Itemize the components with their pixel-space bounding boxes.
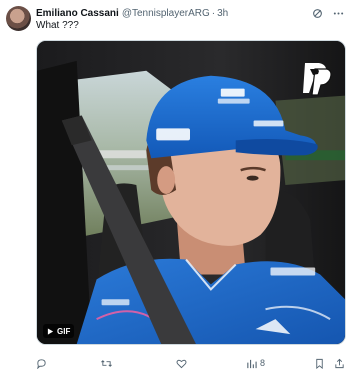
heart-icon: [176, 359, 187, 368]
gif-badge[interactable]: GIF: [43, 324, 75, 338]
retweet-button[interactable]: [101, 356, 115, 370]
tweet-header: Emiliano Cassani @TennisplayerARG · 3h: [36, 6, 344, 20]
tweet-card[interactable]: Emiliano Cassani @TennisplayerARG · 3h W…: [0, 0, 350, 372]
tweet-media-gif[interactable]: GIF: [36, 40, 346, 345]
retweet-icon: [101, 359, 112, 367]
views-button[interactable]: 8: [246, 356, 265, 370]
play-icon: [47, 327, 54, 335]
like-button[interactable]: [176, 356, 190, 370]
grok-icon[interactable]: [312, 8, 323, 19]
reply-button[interactable]: [36, 356, 50, 370]
tweet-actions: 8: [36, 356, 346, 370]
bookmark-icon: [316, 358, 323, 369]
reply-icon: [37, 358, 46, 369]
timestamp[interactable]: 3h: [217, 8, 228, 19]
views-count: 8: [260, 358, 266, 368]
share-button[interactable]: [334, 356, 345, 370]
share-icon: [335, 358, 344, 368]
author-display-name[interactable]: Emiliano Cassani: [36, 8, 119, 19]
author-handle[interactable]: @TennisplayerARG: [122, 8, 210, 19]
bookmark-button[interactable]: [314, 356, 325, 370]
gif-badge-label: GIF: [57, 326, 71, 336]
header-icons: [312, 6, 344, 20]
avatar[interactable]: [6, 6, 31, 31]
separator-dot: ·: [211, 7, 216, 19]
more-icon[interactable]: [333, 8, 344, 19]
pp-logo-icon: [303, 63, 332, 96]
tweet-text: What ???: [36, 20, 79, 31]
views-icon: [247, 359, 257, 368]
